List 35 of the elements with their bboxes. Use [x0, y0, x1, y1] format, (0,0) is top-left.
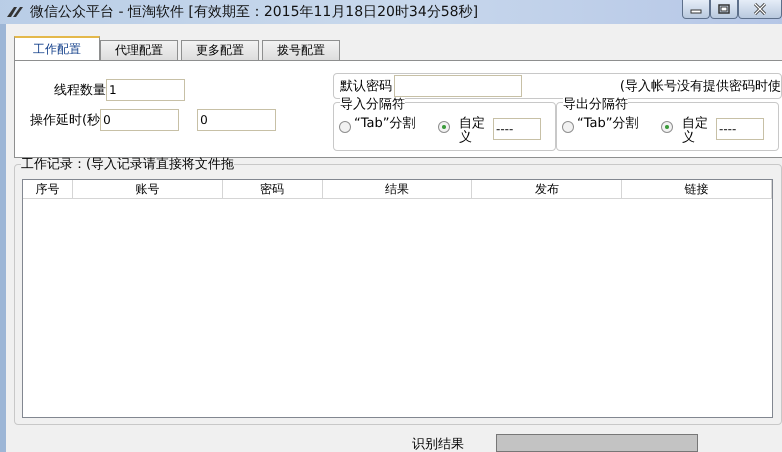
app-logo-icon — [6, 5, 24, 19]
minimize-button[interactable] — [682, 0, 710, 19]
hint-text: (导入帐号没有提供密码时使 — [620, 78, 781, 95]
input-field[interactable]: 0 — [197, 109, 276, 131]
tab[interactable]: 拨号配置 — [262, 40, 340, 60]
group-legend: 工作记录：(导入记录请直接将文件拖 — [21, 158, 234, 172]
maximize-icon — [718, 4, 730, 14]
column-header[interactable]: 链接 — [622, 180, 772, 198]
field-label: 操作延时(秒 — [30, 112, 100, 129]
column-header[interactable]: 账号 — [72, 180, 223, 198]
group-legend: 导出分隔符 — [563, 98, 628, 112]
close-button[interactable] — [738, 0, 782, 19]
field-label: 识别结果 — [412, 438, 464, 452]
close-icon — [753, 3, 767, 15]
tab[interactable]: 代理配置 — [100, 40, 178, 60]
column-header[interactable]: 结果 — [322, 180, 472, 198]
column-header[interactable]: 发布 — [472, 180, 622, 198]
tab[interactable]: 工作配置 — [14, 36, 100, 60]
input-field[interactable] — [394, 75, 522, 97]
field-label: 默认密码 — [340, 78, 392, 95]
input-field[interactable]: 0 — [100, 109, 180, 131]
radio-button[interactable]: “Tab”分割 — [562, 117, 657, 133]
field-label: 线程数量 — [54, 82, 106, 99]
input-field[interactable]: ---- — [716, 118, 764, 140]
input-field[interactable]: ---- — [493, 118, 541, 140]
column-header[interactable]: 序号 — [23, 180, 73, 198]
window-title: 微信公众平台 - 恒淘软件 [有效期至：2015年11月18日20时34分58秒] — [30, 3, 478, 21]
column-header[interactable]: 密码 — [222, 180, 323, 198]
input-field[interactable]: 1 — [106, 79, 185, 101]
radio-button[interactable]: 自定义 — [438, 117, 489, 145]
radio-button[interactable]: 自定义 — [661, 117, 712, 145]
maximize-button[interactable] — [710, 0, 738, 19]
tab[interactable]: 更多配置 — [181, 40, 259, 60]
radio-button[interactable]: “Tab”分割 — [339, 117, 434, 133]
group-legend: 导入分隔符 — [340, 98, 405, 112]
